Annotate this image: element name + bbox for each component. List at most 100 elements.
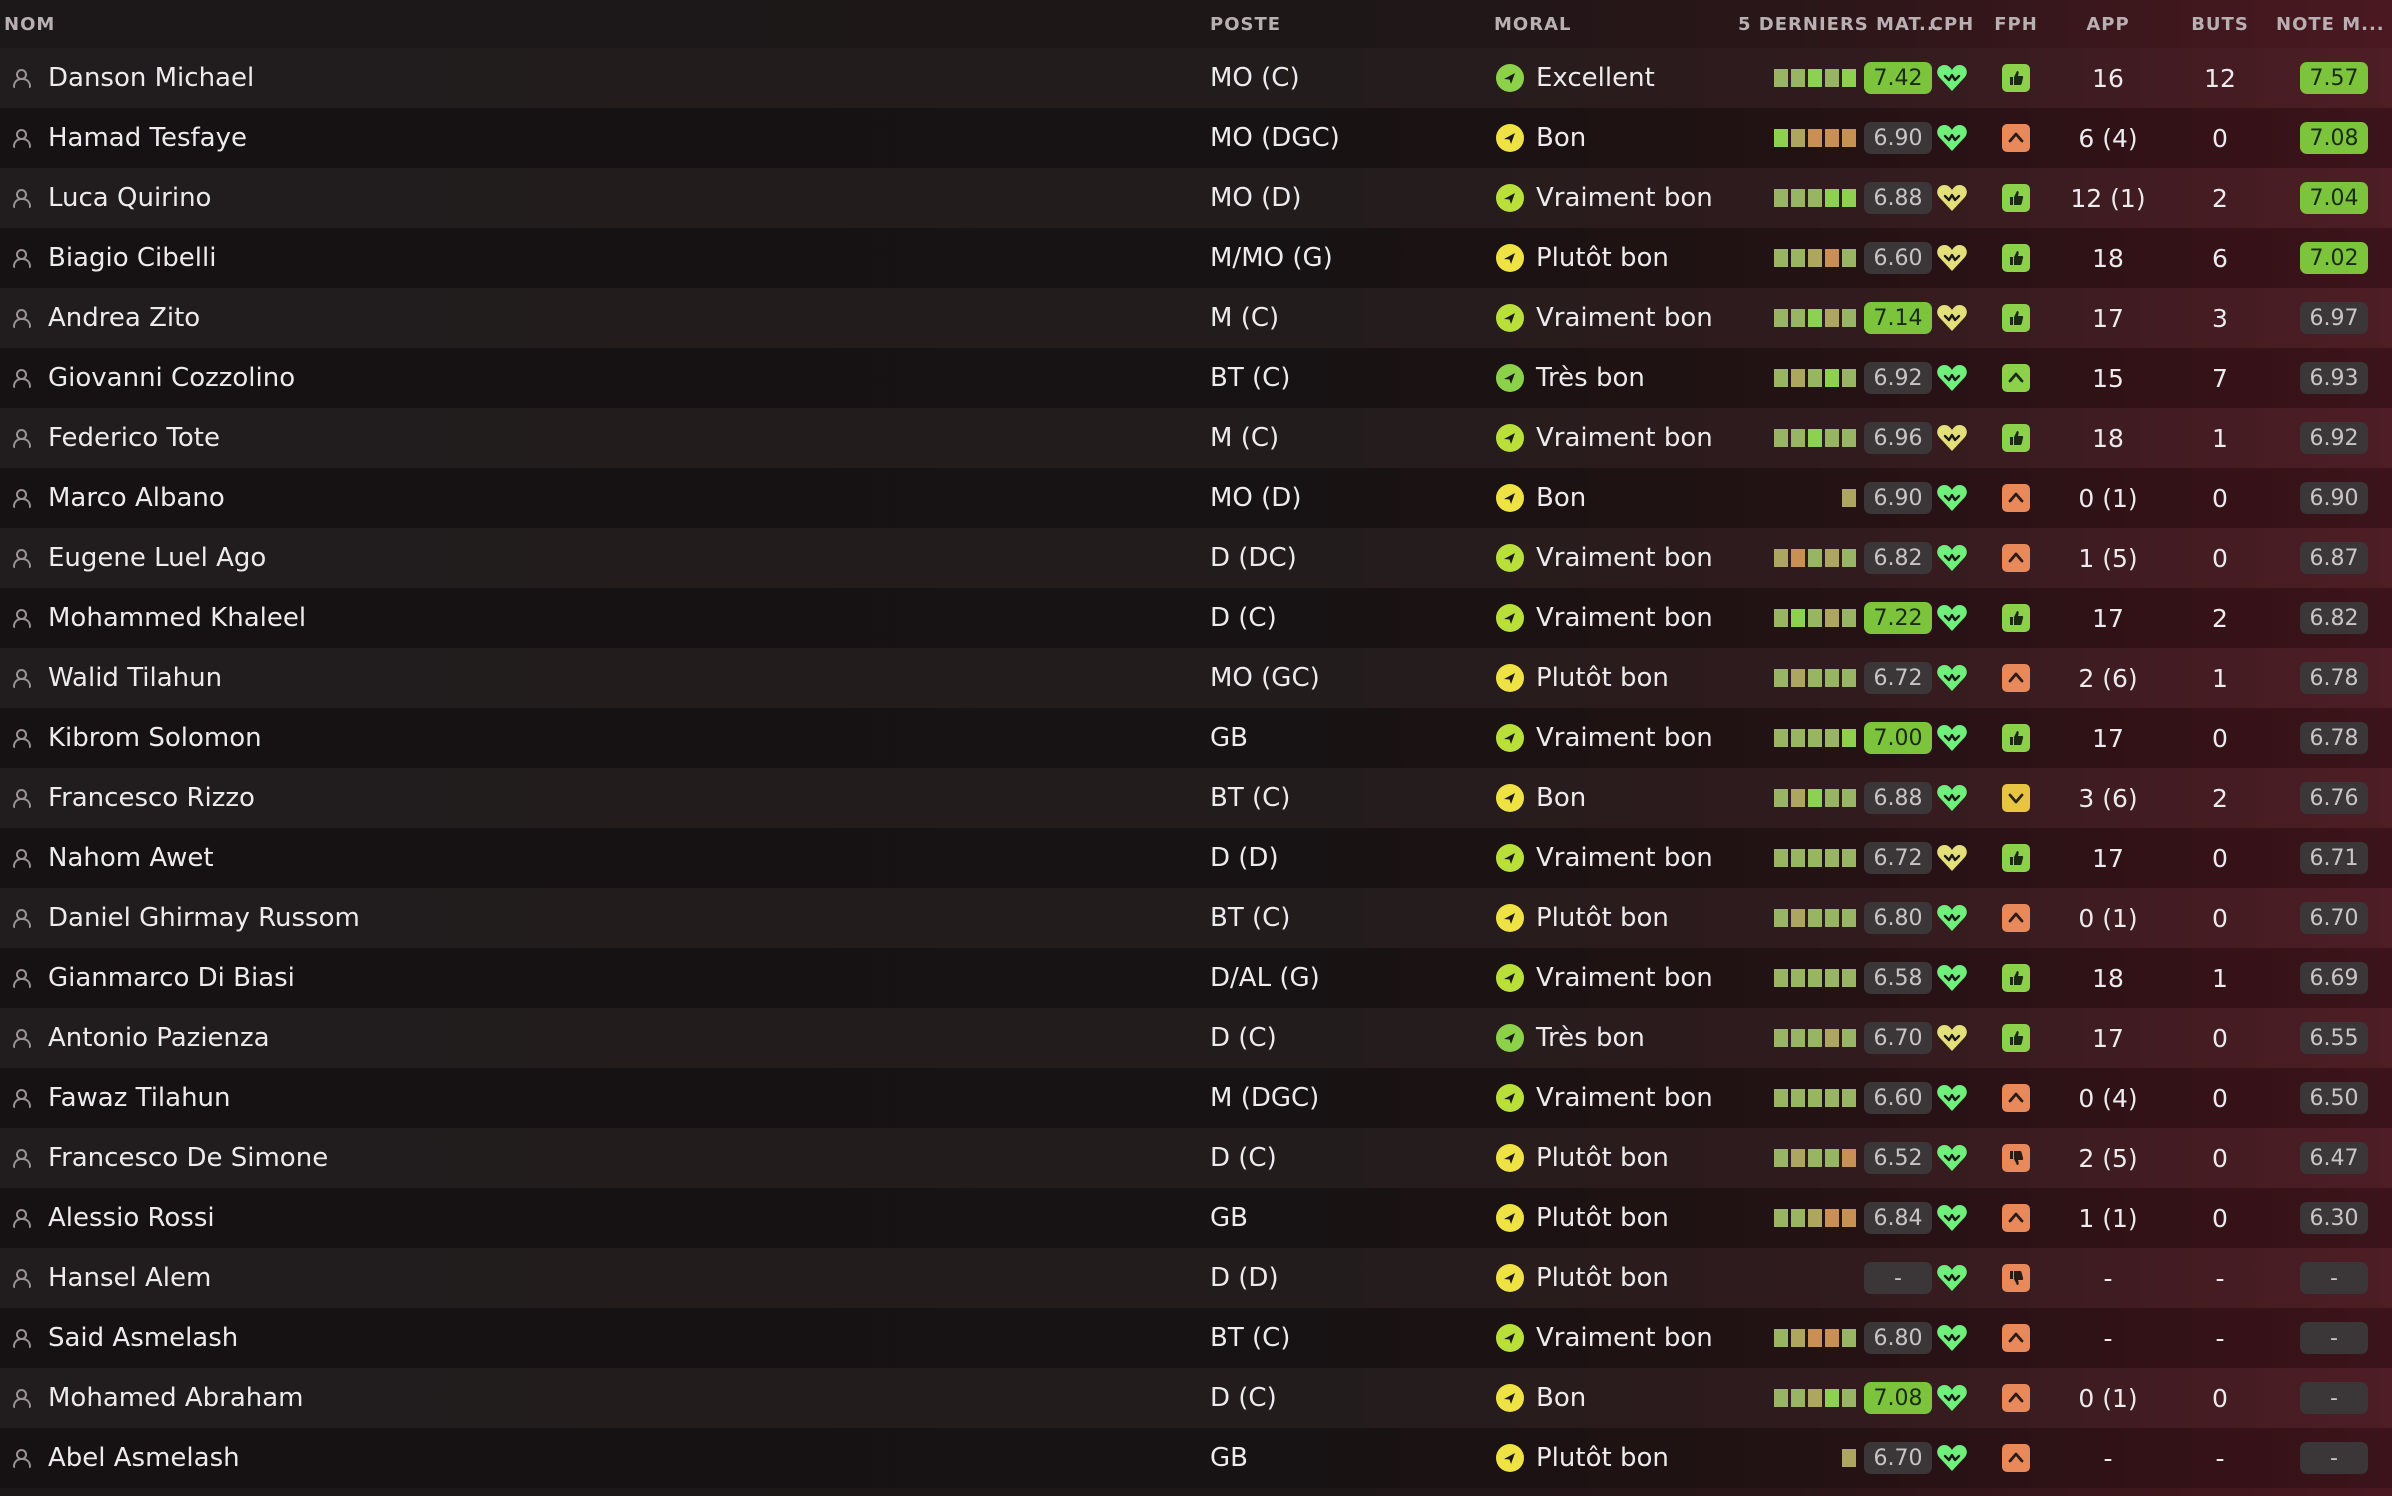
player-name-cell[interactable]: Eugene Luel Ago [0, 528, 1200, 588]
chevron-up-icon [2002, 484, 2030, 512]
player-name[interactable]: Francesco Rizzo [48, 783, 255, 813]
player-name[interactable]: Said Asmelash [48, 1323, 238, 1353]
table-row[interactable]: Said Asmelash BT (C) Vraiment bon 6.80 - - - [0, 1308, 2392, 1368]
table-row[interactable]: Hamad Tesfaye MO (DGC) Bon 6.90 6 (4) 0 7.08 [0, 108, 2392, 168]
header-nom[interactable]: NOM [0, 0, 1200, 48]
player-name[interactable]: Marco Albano [48, 483, 225, 513]
player-name[interactable]: Andrea Zito [48, 303, 200, 333]
table-row[interactable]: Fawaz Tilahun M (DGC) Vraiment bon 6.60 0 (4… [0, 1068, 2392, 1128]
header-app[interactable]: APP [2060, 0, 2156, 48]
player-name[interactable]: Biagio Cibelli [48, 243, 216, 273]
player-name-cell[interactable]: Daniel Ghirmay Russom [0, 888, 1200, 948]
player-name-cell[interactable]: Luca Quirino [0, 168, 1200, 228]
table-row[interactable]: Daniel Ghirmay Russom BT (C) Plutôt bon 6.8… [0, 888, 2392, 948]
player-name-cell[interactable]: Marco Albano [0, 468, 1200, 528]
player-name-cell[interactable]: Hansel Alem [0, 1248, 1200, 1308]
player-name-cell[interactable]: Biagio Cibelli [0, 228, 1200, 288]
player-name[interactable]: Gianmarco Di Biasi [48, 963, 295, 993]
header-cph[interactable]: CPH [1928, 0, 1976, 48]
player-name-cell[interactable]: Fawaz Tilahun [0, 1068, 1200, 1128]
person-icon [12, 728, 32, 748]
form-bar [1808, 309, 1822, 327]
player-position: MO (D) [1210, 483, 1302, 513]
header-moral[interactable]: MORAL [1494, 0, 1734, 48]
player-name[interactable]: Abel Asmelash [48, 1443, 240, 1473]
table-row[interactable]: Luca Quirino MO (D) Vraiment bon 6.88 12 (1)… [0, 168, 2392, 228]
header-buts[interactable]: BUTS [2180, 0, 2260, 48]
table-row[interactable]: Gianmarco Di Biasi D/AL (G) Vraiment bon 6.… [0, 948, 2392, 1008]
player-name[interactable]: Kibrom Solomon [48, 723, 262, 753]
player-name-cell[interactable]: Alessio Rossi [0, 1188, 1200, 1248]
table-row[interactable]: Abel Asmelash GB Plutôt bon 6.70 - - - [0, 1428, 2392, 1488]
player-name-cell[interactable]: Hamad Tesfaye [0, 108, 1200, 168]
header-fph[interactable]: FPH [1992, 0, 2040, 48]
table-row[interactable]: Marco Albano MO (D) Bon 6.90 0 (1) 0 6.90 [0, 468, 2392, 528]
form-bar [1825, 1089, 1839, 1107]
player-name-cell[interactable]: Giovanni Cozzolino [0, 348, 1200, 408]
table-row[interactable]: Kibrom Solomon GB Vraiment bon 7.00 17 0 6.78 [0, 708, 2392, 768]
table-row[interactable]: Biagio Cibelli M/MO (G) Plutôt bon 6.60 18 6 7… [0, 228, 2392, 288]
goals: 6 [2212, 243, 2228, 273]
player-name-cell[interactable]: Francesco De Simone [0, 1128, 1200, 1188]
form-bar [1774, 69, 1788, 87]
header-poste[interactable]: POSTE [1210, 0, 1490, 48]
player-name-cell[interactable]: Said Asmelash [0, 1308, 1200, 1368]
player-name-cell[interactable]: Mohamed Abraham [0, 1368, 1200, 1428]
player-name[interactable]: Giovanni Cozzolino [48, 363, 295, 393]
player-name[interactable]: Antonio Pazienza [48, 1023, 270, 1053]
player-name[interactable]: Alessio Rossi [48, 1203, 215, 1233]
table-row[interactable]: Eugene Luel Ago D (DC) Vraiment bon 6.82 1 (… [0, 528, 2392, 588]
table-row[interactable]: Mohammed Khaleel D (C) Vraiment bon 7.22 17 2… [0, 588, 2392, 648]
player-name-cell[interactable]: Federico Tote [0, 408, 1200, 468]
player-name-cell[interactable]: Gianmarco Di Biasi [0, 948, 1200, 1008]
player-name-cell[interactable]: Francesco Rizzo [0, 768, 1200, 828]
player-name[interactable]: Francesco De Simone [48, 1143, 328, 1173]
player-name[interactable]: Mohammed Khaleel [48, 603, 306, 633]
note-cell: 6.97 [2276, 288, 2392, 348]
table-row[interactable]: Federico Tote M (C) Vraiment bon 6.96 18 1 6.9… [0, 408, 2392, 468]
table-row[interactable]: Giovanni Cozzolino BT (C) Très bon 6.92 15 7 6… [0, 348, 2392, 408]
morale-arrow-icon [1496, 904, 1524, 932]
appearances: 2 (5) [2078, 1143, 2138, 1173]
player-name[interactable]: Federico Tote [48, 423, 220, 453]
player-name[interactable]: Luca Quirino [48, 183, 211, 213]
morale-label: Vraiment bon [1536, 1323, 1713, 1353]
header-note[interactable]: NOTE M... [2276, 0, 2392, 48]
table-row[interactable]: Mohamed Abraham D (C) Bon 7.08 0 (1) 0 - [0, 1368, 2392, 1428]
morale-label: Plutôt bon [1536, 243, 1669, 273]
morale-arrow-icon [1496, 784, 1524, 812]
player-name-cell[interactable]: Walid Tilahun [0, 648, 1200, 708]
player-name[interactable]: Daniel Ghirmay Russom [48, 903, 360, 933]
player-name[interactable]: Hamad Tesfaye [48, 123, 247, 153]
thumb-up-icon [2002, 964, 2030, 992]
buts-cell: 1 [2180, 408, 2260, 468]
player-name[interactable]: Fawaz Tilahun [48, 1083, 231, 1113]
player-name[interactable]: Mohamed Abraham [48, 1383, 304, 1413]
player-name-cell[interactable]: Kibrom Solomon [0, 708, 1200, 768]
table-row[interactable]: Danson Michael MO (C) Excellent 7.42 16 12 7.5… [0, 48, 2392, 108]
player-name-cell[interactable]: Mohammed Khaleel [0, 588, 1200, 648]
form-bar [1825, 909, 1839, 927]
table-row[interactable]: Francesco De Simone D (C) Plutôt bon 6.52 2 … [0, 1128, 2392, 1188]
form-bars [1774, 69, 1856, 87]
thumb-up-icon [2002, 1024, 2030, 1052]
morale-cell: Vraiment bon [1494, 168, 1734, 228]
player-name-cell[interactable]: Nahom Awet [0, 828, 1200, 888]
table-row[interactable]: Francesco Rizzo BT (C) Bon 6.88 3 (6) 2 6.76 [0, 768, 2392, 828]
table-row[interactable]: Nahom Awet D (D) Vraiment bon 6.72 17 0 6.71 [0, 828, 2392, 888]
table-row[interactable]: Hansel Alem D (D) Plutôt bon - - - - [0, 1248, 2392, 1308]
player-name[interactable]: Eugene Luel Ago [48, 543, 266, 573]
table-row[interactable]: Andrea Zito M (C) Vraiment bon 7.14 17 3 6.97 [0, 288, 2392, 348]
table-row[interactable]: Alessio Rossi GB Plutôt bon 6.84 1 (1) 0 6.30 [0, 1188, 2392, 1248]
table-row[interactable]: Antonio Pazienza D (C) Très bon 6.70 17 0 6.55 [0, 1008, 2392, 1068]
table-row[interactable]: Walid Tilahun MO (GC) Plutôt bon 6.72 2 (6) 1… [0, 648, 2392, 708]
player-name[interactable]: Nahom Awet [48, 843, 214, 873]
header-forme[interactable]: 5 DERNIERS MAT... [1738, 0, 1942, 48]
player-name[interactable]: Walid Tilahun [48, 663, 222, 693]
player-name-cell[interactable]: Danson Michael [0, 48, 1200, 108]
player-name[interactable]: Hansel Alem [48, 1263, 211, 1293]
player-name[interactable]: Danson Michael [48, 63, 254, 93]
player-name-cell[interactable]: Antonio Pazienza [0, 1008, 1200, 1068]
player-name-cell[interactable]: Abel Asmelash [0, 1428, 1200, 1488]
player-name-cell[interactable]: Andrea Zito [0, 288, 1200, 348]
